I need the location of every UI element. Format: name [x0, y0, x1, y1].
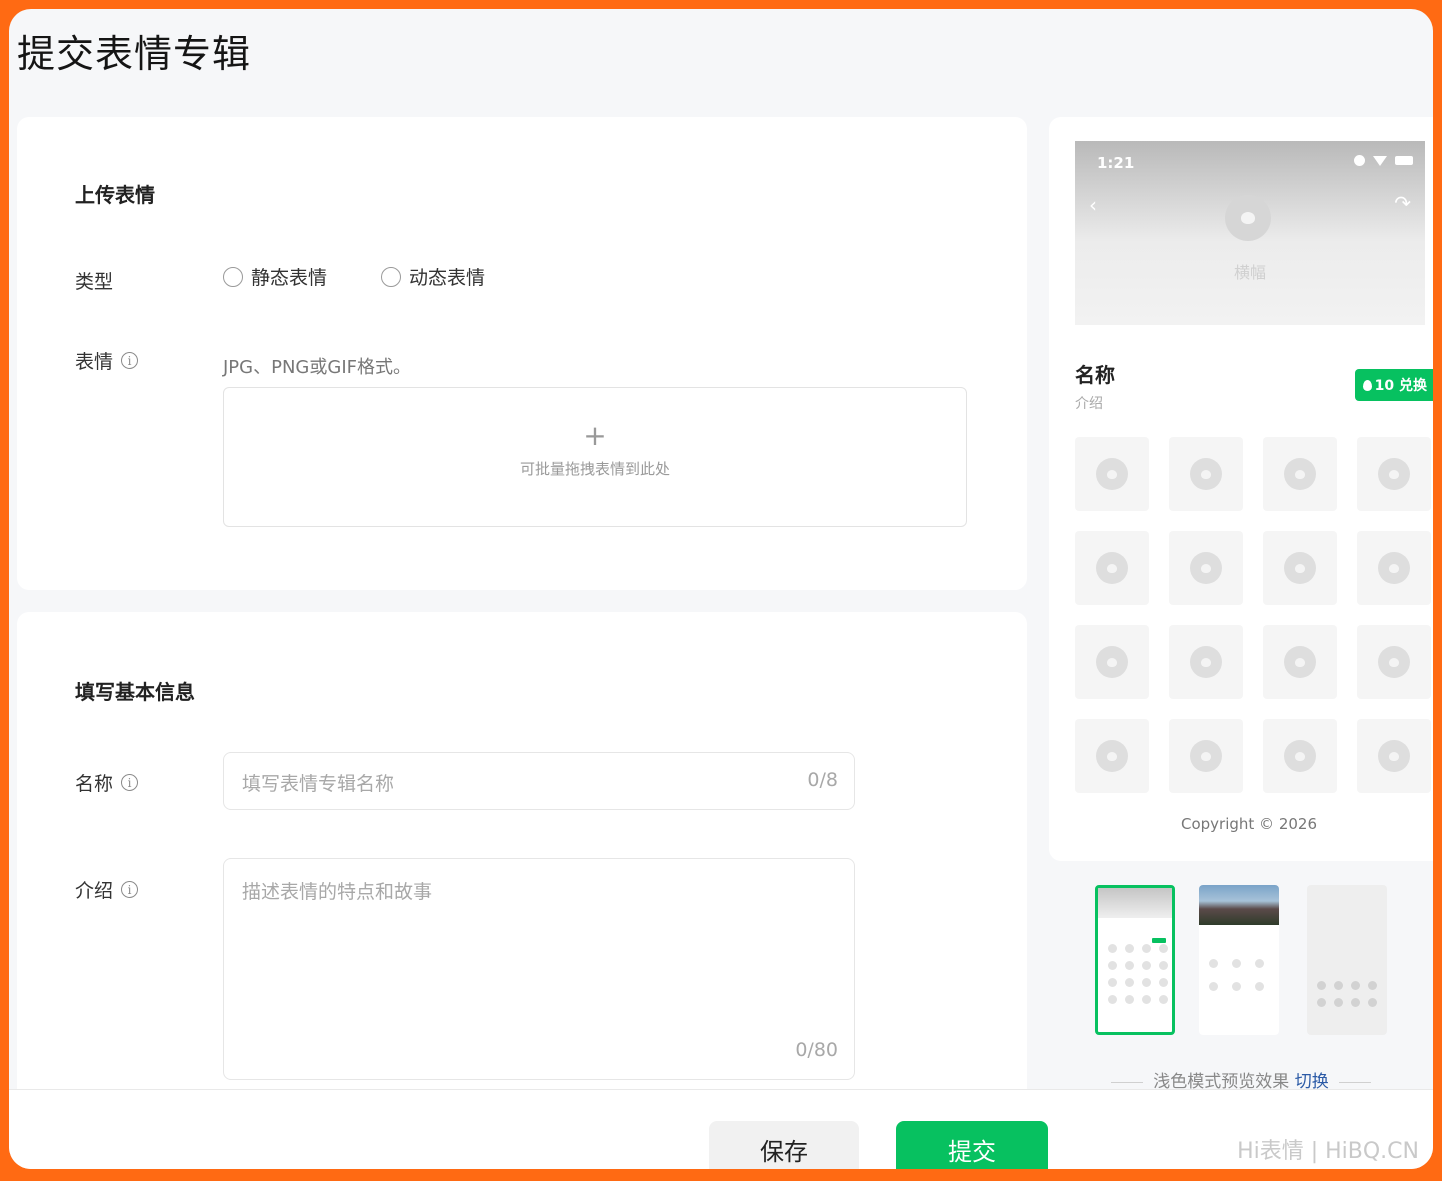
sticker-cell: [1075, 625, 1149, 699]
banner-label: 横幅: [1233, 263, 1266, 282]
sticker-label: 表情 i: [75, 347, 139, 374]
sticker-cell: [1357, 437, 1431, 511]
app-frame: 提交表情专辑 上传表情 类型 静态表情 动态表情 表情 i JPG、PNG或GI…: [9, 9, 1433, 1169]
intro-textarea[interactable]: 描述表情的特点和故事 0/80: [223, 858, 855, 1080]
dropzone-text: 可批量拖拽表情到此处: [519, 460, 670, 478]
format-hint: JPG、PNG或GIF格式。: [223, 357, 411, 378]
status-time: 1:21: [1097, 154, 1135, 172]
sticker-cell: [1075, 437, 1149, 511]
sticker-cell: [1357, 625, 1431, 699]
battery-icon: [1395, 156, 1413, 165]
radio-static-label: 静态表情: [251, 267, 328, 289]
phone-preview: 1:21 ‹ ↷ 横幅 名称 介绍 10 兑换 Copyright © 2026: [1049, 117, 1433, 861]
sticker-placeholder-icon: [1190, 646, 1222, 678]
info-icon[interactable]: i: [121, 774, 139, 791]
divider: [1338, 1081, 1371, 1083]
preview-thumbnails: [1049, 877, 1433, 1057]
sticker-placeholder-icon: [1378, 646, 1410, 678]
sticker-cell: [1357, 531, 1431, 605]
name-input[interactable]: 填写表情专辑名称 0/8: [223, 752, 855, 810]
sticker-placeholder-icon: [1378, 740, 1410, 772]
name-placeholder: 填写表情专辑名称: [242, 773, 395, 795]
intro-label: 介绍 i: [75, 876, 139, 903]
upload-card: 上传表情 类型 静态表情 动态表情 表情 i JPG、PNG或GIF格式。 + …: [17, 117, 1027, 590]
sticker-cell: [1169, 719, 1243, 793]
thumbnail-photo-banner[interactable]: [1199, 885, 1279, 1035]
sticker-placeholder-icon: [1225, 195, 1271, 241]
thumbnail-dark-mode[interactable]: [1307, 885, 1387, 1035]
sticker-placeholder-icon: [1190, 458, 1222, 490]
thumbnail-light-mode[interactable]: [1095, 885, 1175, 1035]
info-card: 填写基本信息 名称 i 填写表情专辑名称 0/8 介绍 i 描述表情的特点和故事…: [17, 612, 1027, 1132]
sticker-grid: [1075, 437, 1433, 793]
sticker-placeholder-icon: [1190, 740, 1222, 772]
name-label-text: 名称: [75, 773, 114, 795]
sticker-placeholder-icon: [1096, 458, 1128, 490]
intro-char-count: 0/80: [795, 1039, 838, 1061]
sticker-placeholder-icon: [1284, 552, 1316, 584]
sticker-placeholder-icon: [1284, 646, 1316, 678]
name-char-count: 0/8: [807, 769, 838, 791]
radio-animated[interactable]: 动态表情: [381, 263, 485, 290]
watermark: Hi表情 | HiBQ.CN: [1237, 1139, 1419, 1164]
radio-static[interactable]: 静态表情: [223, 263, 327, 290]
sticker-cell: [1263, 531, 1337, 605]
sticker-placeholder-icon: [1096, 552, 1128, 584]
info-icon[interactable]: i: [121, 881, 139, 898]
upload-section-title: 上传表情: [75, 183, 155, 207]
sticker-placeholder-icon: [1190, 552, 1222, 584]
name-label: 名称 i: [75, 769, 139, 796]
sticker-placeholder-icon: [1378, 458, 1410, 490]
radio-animated-label: 动态表情: [409, 267, 486, 289]
divider: [1111, 1081, 1144, 1083]
sticker-cell: [1075, 531, 1149, 605]
plus-icon: +: [583, 419, 607, 452]
preview-banner: 1:21 ‹ ↷ 横幅: [1075, 141, 1425, 325]
sticker-cell: [1263, 719, 1337, 793]
sticker-placeholder-icon: [1096, 646, 1128, 678]
sticker-placeholder-icon: [1096, 740, 1128, 772]
sticker-dropzone[interactable]: + 可批量拖拽表情到此处: [223, 387, 967, 527]
type-label: 类型: [75, 267, 113, 294]
preview-intro: 介绍: [1075, 396, 1103, 412]
radio-circle-icon: [381, 266, 401, 287]
sticker-cell: [1357, 719, 1431, 793]
preview-copyright: Copyright © 2026: [1180, 815, 1317, 833]
drop-icon: [1362, 379, 1372, 391]
sticker-cell: [1169, 437, 1243, 511]
back-icon: ‹: [1089, 193, 1097, 217]
sticker-cell: [1263, 625, 1337, 699]
sticker-cell: [1169, 625, 1243, 699]
sticker-cell: [1169, 531, 1243, 605]
sticker-placeholder-icon: [1284, 458, 1316, 490]
redeem-button: 10 兑换: [1354, 369, 1433, 401]
redeem-label: 10 兑换: [1374, 378, 1427, 394]
type-label-text: 类型: [75, 271, 114, 293]
intro-placeholder: 描述表情的特点和故事: [242, 881, 433, 903]
save-button[interactable]: 保存: [709, 1121, 859, 1169]
status-icons: [1354, 155, 1413, 166]
info-icon[interactable]: i: [121, 352, 139, 369]
sticker-placeholder-icon: [1378, 552, 1410, 584]
info-section-title: 填写基本信息: [75, 680, 195, 704]
page-title: 提交表情专辑: [17, 32, 252, 76]
radio-circle-icon: [223, 266, 243, 287]
share-icon: ↷: [1394, 191, 1411, 215]
wifi-icon: [1373, 155, 1387, 166]
submit-button[interactable]: 提交: [896, 1121, 1048, 1169]
sticker-placeholder-icon: [1284, 740, 1316, 772]
signal-icon: [1354, 155, 1365, 166]
preview-name: 名称: [1075, 363, 1115, 387]
sticker-cell: [1263, 437, 1337, 511]
sticker-cell: [1075, 719, 1149, 793]
sticker-label-text: 表情: [75, 351, 114, 373]
intro-label-text: 介绍: [75, 880, 114, 902]
